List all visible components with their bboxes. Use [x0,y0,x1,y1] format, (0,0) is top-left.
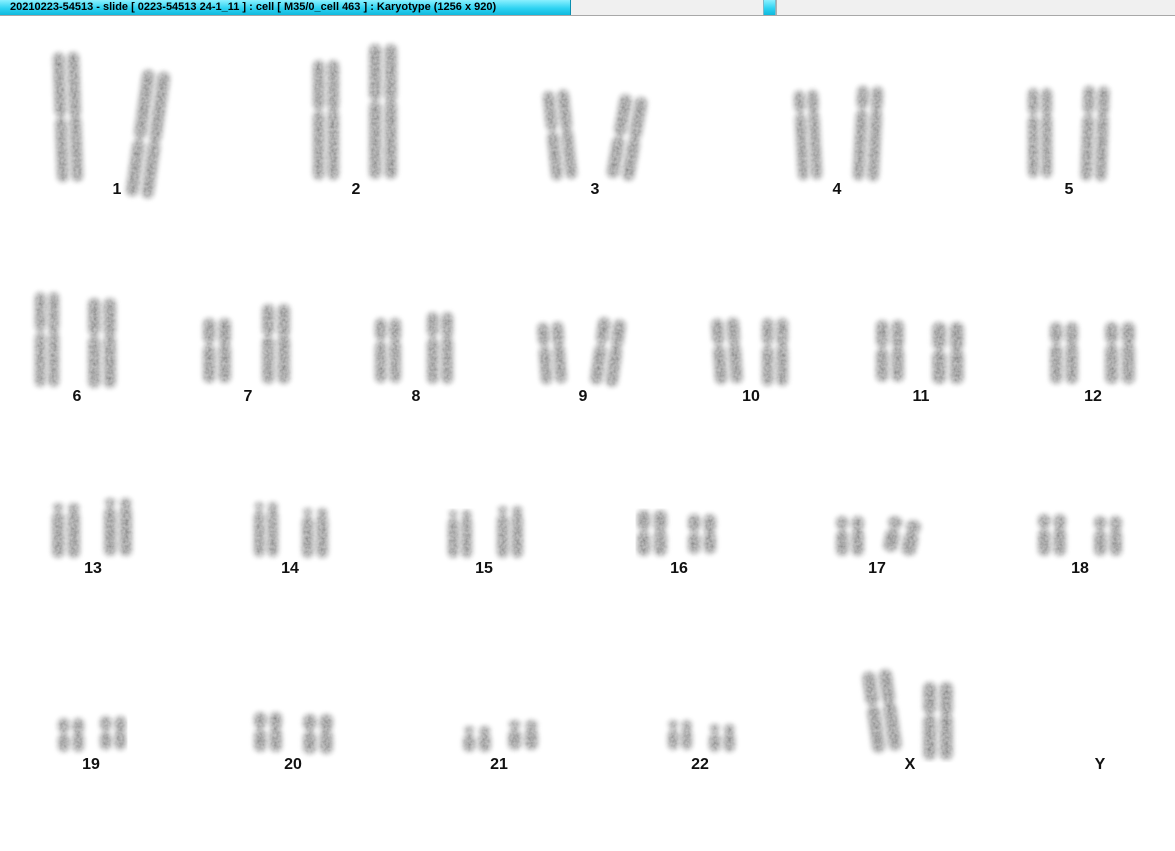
chromosome-7-1[interactable] [203,318,231,383]
chromosome-16-2[interactable] [688,514,716,554]
chromosome-14-1[interactable] [254,502,278,557]
chromosome-label-13: 13 [84,560,102,577]
chromosome-17-1[interactable] [836,516,864,556]
chromosome-pair-9 [537,317,626,387]
chromosome-20-1[interactable] [254,712,282,752]
chromosome-6-2[interactable] [88,298,116,388]
chromosome-label-y: Y [1095,756,1106,773]
chromosome-pair-1 [53,52,170,198]
chromosome-21-2[interactable] [508,720,538,750]
chromosome-pair-16 [637,510,716,556]
chromosome-1-1[interactable] [53,52,83,182]
chromosome-pair-5 [1028,86,1110,181]
chromosome-x-2[interactable] [923,682,953,760]
chromosome-13-1[interactable] [52,503,80,558]
chromosome-7-2[interactable] [262,304,290,384]
chromosome-pair-3 [543,89,647,181]
chromosome-label-20: 20 [284,756,302,773]
chromosome-8-1[interactable] [375,318,401,383]
chromosome-11-1[interactable] [876,320,904,382]
chromosome-pair-8 [375,312,453,384]
chromosome-pair-17 [836,516,922,557]
chromosome-10-1[interactable] [711,318,743,385]
chromosome-17-2[interactable] [883,516,922,557]
chromosome-pair-x [862,669,953,760]
chromosome-pair-6 [35,292,116,388]
chromosome-pair-2 [313,44,397,180]
chromosome-label-21: 21 [490,756,508,773]
chromosome-label-17: 17 [868,560,886,577]
chromosome-pair-19 [58,716,126,752]
chromosome-6-1[interactable] [35,292,59,387]
chromosome-pair-22 [668,720,735,752]
chromosome-14-2[interactable] [302,508,328,558]
chromosome-10-2[interactable] [762,318,788,386]
chromosome-label-11: 11 [913,388,930,405]
chromosome-4-1[interactable] [794,90,822,180]
chromosome-pair-12 [1050,322,1135,384]
chromosome-pair-11 [876,320,964,384]
chromosome-x-1[interactable] [862,669,902,753]
chromosome-15-1[interactable] [448,510,472,558]
chromosome-2-2[interactable] [369,44,397,179]
karyotype-canvas: 1 2 3 4 56 7 8 9 10 11 1213 14 15 16 17 1819 20 21 22 X Y [35,44,1135,773]
chromosome-12-1[interactable] [1050,322,1078,384]
chromosome-label-14: 14 [281,560,299,577]
chromosome-label-19: 19 [82,756,100,773]
chromosome-label-10: 10 [742,388,760,405]
chromosome-pair-13 [52,498,132,558]
chromosome-21-1[interactable] [463,726,491,752]
chromosome-pair-10 [711,318,788,386]
chromosome-3-2[interactable] [606,94,647,181]
chromosome-5-2[interactable] [1080,86,1110,181]
chromosome-label-1: 1 [113,181,122,198]
chromosome-label-4: 4 [833,181,842,198]
chromosome-22-2[interactable] [709,724,735,752]
chromosome-4-2[interactable] [853,86,883,181]
chromosome-20-2[interactable] [303,714,333,754]
chromosome-2-1[interactable] [313,60,339,180]
chromosome-pair-20 [254,712,333,754]
chromosome-18-2[interactable] [1094,516,1122,556]
chromosome-5-1[interactable] [1028,88,1052,178]
chromosome-pair-15 [448,506,523,558]
chromosome-label-x: X [905,756,916,773]
chromosome-pair-14 [254,502,328,558]
chromosome-pair-18 [1038,514,1122,556]
chromosome-label-12: 12 [1084,388,1102,405]
chromosome-pair-4 [794,86,883,181]
chromosome-label-2: 2 [352,181,361,198]
chromosome-label-3: 3 [591,181,600,198]
chromosome-15-2[interactable] [497,506,523,558]
chromosome-13-2[interactable] [104,498,132,556]
chromosome-3-1[interactable] [543,89,577,181]
chromosome-18-1[interactable] [1038,514,1066,556]
chromosome-16-1[interactable] [637,510,667,556]
chromosome-9-2[interactable] [590,317,626,387]
chromosome-label-8: 8 [412,388,421,405]
chromosome-19-2[interactable] [100,716,126,750]
chromosome-11-2[interactable] [932,322,964,384]
chromosome-label-16: 16 [670,560,688,577]
chromosome-12-2[interactable] [1105,322,1135,384]
chromosome-8-2[interactable] [427,312,453,384]
chromosome-label-9: 9 [579,388,588,405]
chromosome-pair-21 [463,720,538,752]
chromosome-19-1[interactable] [58,718,84,752]
chromosome-22-1[interactable] [668,720,692,750]
chromosome-label-5: 5 [1065,181,1074,198]
chromosome-1-2[interactable] [126,69,170,198]
chromosome-label-7: 7 [244,388,253,405]
chromosome-label-22: 22 [691,756,709,773]
chromosome-pair-7 [203,304,290,384]
chromosome-label-18: 18 [1071,560,1089,577]
chromosome-9-1[interactable] [537,322,567,385]
chromosome-label-6: 6 [73,388,82,405]
chromosome-label-15: 15 [475,560,493,577]
